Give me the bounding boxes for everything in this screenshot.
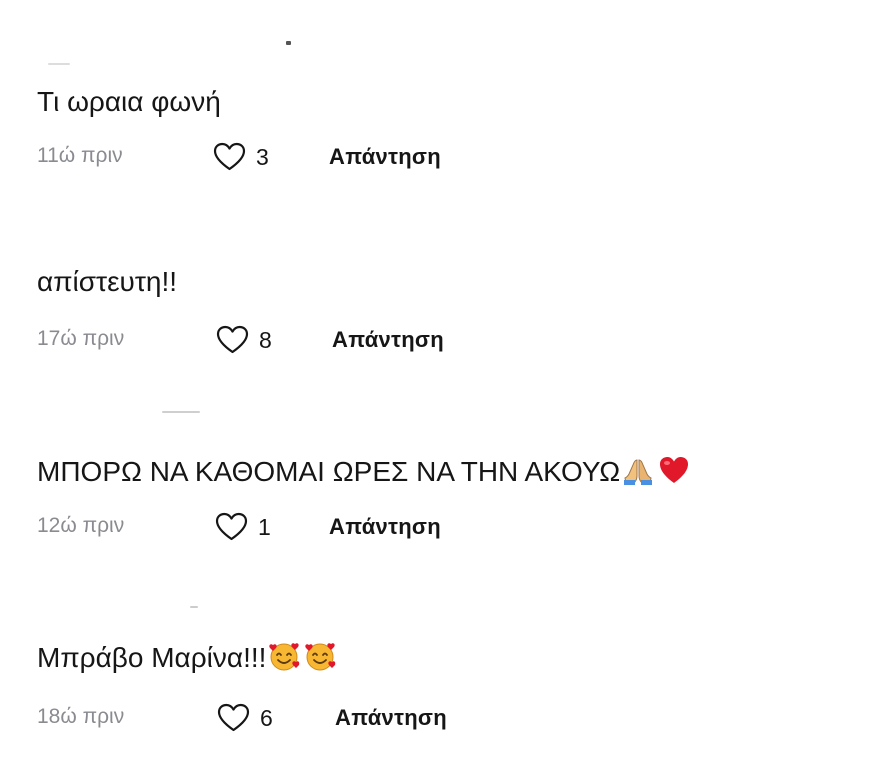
heart-outline-icon bbox=[215, 512, 248, 541]
like-count: 3 bbox=[256, 143, 269, 170]
comment-time: 11ώ πριν bbox=[37, 144, 123, 167]
like-count: 1 bbox=[258, 513, 271, 540]
reply-button[interactable]: Απάντηση bbox=[335, 705, 447, 731]
reply-button[interactable]: Απάντηση bbox=[329, 144, 441, 170]
comment-time: 17ώ πριν bbox=[37, 327, 125, 350]
like-button[interactable]: 1 bbox=[215, 512, 271, 542]
like-button[interactable]: 8 bbox=[216, 325, 272, 355]
comment-time: 18ώ πριν bbox=[37, 705, 125, 728]
comment-meta: 12ώ πριν 1 Απάντηση bbox=[37, 512, 637, 542]
comment-text-body: ΜΠΟΡΩ ΝΑ ΚΑΘΟΜΑΙ ΩΡΕΣ ΝΑ ΤΗΝ ΑΚΟΥΩ bbox=[37, 456, 621, 487]
reply-button[interactable]: Απάντηση bbox=[332, 327, 444, 353]
heart-outline-icon bbox=[216, 325, 249, 354]
like-button[interactable]: 6 bbox=[217, 703, 273, 733]
comment-meta: 18ώ πριν 6 Απάντηση bbox=[37, 703, 637, 733]
username-trace bbox=[190, 606, 198, 608]
heart-outline-icon bbox=[217, 703, 250, 732]
reply-button[interactable]: Απάντηση bbox=[329, 514, 441, 540]
smiling-face-with-hearts-icon bbox=[269, 643, 300, 671]
like-count: 8 bbox=[259, 326, 272, 353]
comment-text: Τι ωραια φωνή bbox=[37, 86, 221, 117]
folded-hands-icon bbox=[624, 459, 653, 485]
username-trace bbox=[162, 411, 200, 413]
comment-meta: 11ώ πριν 3 Απάντηση bbox=[37, 142, 637, 172]
username-trace bbox=[286, 41, 291, 45]
comment-text: Μπράβο Μαρίνα!!! bbox=[37, 640, 336, 674]
heart-outline-icon bbox=[213, 142, 246, 171]
username-trace bbox=[48, 63, 70, 65]
like-count: 6 bbox=[260, 704, 273, 731]
red-heart-icon bbox=[660, 457, 689, 483]
comment-text: ΜΠΟΡΩ ΝΑ ΚΑΘΟΜΑΙ ΩΡΕΣ ΝΑ ΤΗΝ ΑΚΟΥΩ bbox=[37, 454, 690, 488]
comment-time: 12ώ πριν bbox=[37, 514, 125, 537]
comment-text-body: Μπράβο Μαρίνα!!! bbox=[37, 642, 267, 673]
smiling-face-with-hearts-icon bbox=[305, 643, 336, 671]
comment-text: απίστευτη!! bbox=[37, 266, 178, 297]
comment-meta: 17ώ πριν 8 Απάντηση bbox=[37, 325, 637, 355]
like-button[interactable]: 3 bbox=[213, 142, 269, 172]
